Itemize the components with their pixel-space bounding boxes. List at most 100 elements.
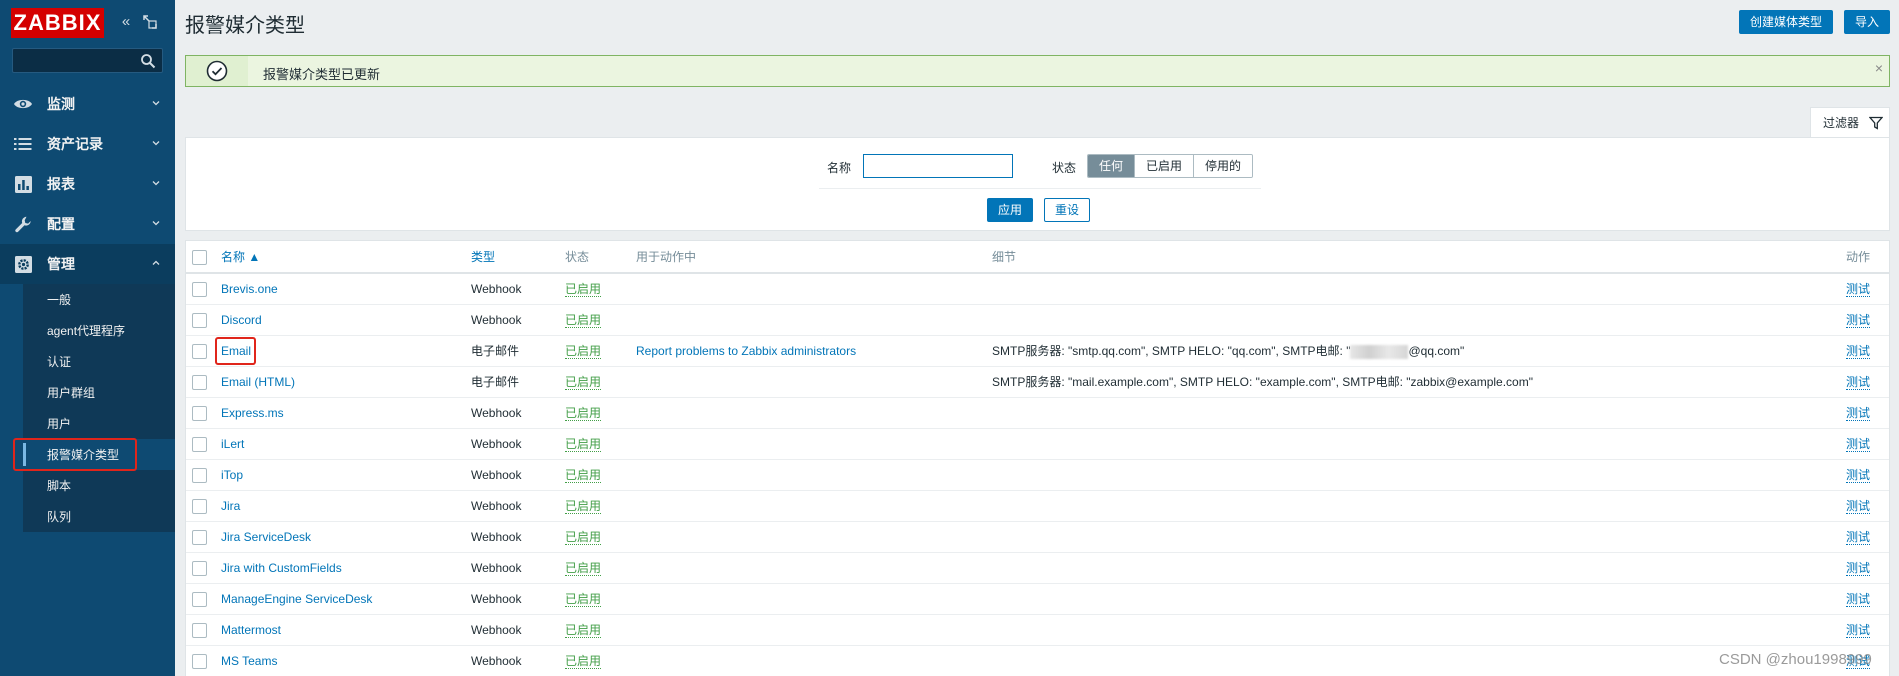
nav-label: 管理 [47, 256, 75, 272]
status-option-any[interactable]: 任何 [1088, 155, 1136, 177]
filter-tab[interactable]: 过滤器 [1810, 107, 1890, 137]
media-type-name-link[interactable]: Discord [221, 313, 262, 327]
filter-name-label: 名称 [827, 161, 852, 175]
row-checkbox[interactable] [192, 282, 207, 297]
status-toggle-link[interactable]: 已启用 [565, 530, 602, 545]
media-type-name-link[interactable]: Jira with CustomFields [221, 561, 342, 575]
nav-configuration[interactable]: 配置 [0, 204, 175, 244]
status-toggle-link[interactable]: 已启用 [565, 375, 602, 390]
status-toggle-link[interactable]: 已启用 [565, 282, 602, 297]
test-link[interactable]: 测试 [1846, 623, 1871, 638]
list-icon [12, 134, 34, 154]
row-checkbox[interactable] [192, 561, 207, 576]
status-toggle-link[interactable]: 已启用 [565, 406, 602, 421]
media-type-type: Webhook [471, 313, 522, 327]
row-checkbox[interactable] [192, 406, 207, 421]
media-type-name-link[interactable]: iLert [221, 437, 244, 451]
row-checkbox[interactable] [192, 499, 207, 514]
submenu-scripts[interactable]: 脚本 [23, 470, 175, 501]
submenu-user-groups[interactable]: 用户群组 [23, 377, 175, 408]
row-checkbox[interactable] [192, 530, 207, 545]
message-text: 报警媒介类型已更新 [263, 67, 381, 82]
test-link[interactable]: 测试 [1846, 499, 1871, 514]
status-toggle-link[interactable]: 已启用 [565, 561, 602, 576]
media-type-type: Webhook [471, 468, 522, 482]
status-toggle-link[interactable]: 已启用 [565, 344, 602, 359]
nav-administration[interactable]: 管理 [0, 244, 175, 284]
reset-button[interactable]: 重设 [1044, 198, 1091, 222]
test-link[interactable]: 测试 [1846, 561, 1871, 576]
test-link[interactable]: 测试 [1846, 592, 1871, 607]
row-checkbox[interactable] [192, 592, 207, 607]
row-checkbox[interactable] [192, 375, 207, 390]
media-type-name-link[interactable]: ManageEngine ServiceDesk [221, 592, 372, 606]
table-row: Jira Webhook 已启用 测试 [186, 491, 1889, 522]
status-toggle-link[interactable]: 已启用 [565, 313, 602, 328]
test-link[interactable]: 测试 [1846, 313, 1871, 328]
collapse-sidebar-icon[interactable]: « [117, 12, 135, 32]
media-type-name-link[interactable]: MS Teams [221, 654, 277, 668]
row-checkbox[interactable] [192, 654, 207, 669]
apply-button[interactable]: 应用 [987, 198, 1034, 222]
table-row: Email 电子邮件 已启用 Report problems to Zabbix ad… [186, 336, 1889, 367]
media-type-name-link[interactable]: Jira ServiceDesk [221, 530, 311, 544]
create-media-type-button[interactable]: 创建媒体类型 [1739, 10, 1834, 34]
media-type-name-link[interactable]: Express.ms [221, 406, 284, 420]
nav-reports[interactable]: 报表 [0, 164, 175, 204]
media-type-name-link[interactable]: Mattermost [221, 623, 281, 637]
watermark: CSDN @zhou1998999 [1719, 651, 1872, 668]
submenu-authentication[interactable]: 认证 [23, 346, 175, 377]
test-link[interactable]: 测试 [1846, 468, 1871, 483]
status-toggle-link[interactable]: 已启用 [565, 468, 602, 483]
media-type-name-link[interactable]: Email (HTML) [221, 375, 295, 389]
status-toggle-link[interactable]: 已启用 [565, 592, 602, 607]
test-link[interactable]: 测试 [1846, 344, 1871, 359]
success-message: 报警媒介类型已更新 × [185, 55, 1890, 87]
nav-monitoring[interactable]: 监测 [0, 84, 175, 124]
close-icon[interactable]: × [1875, 60, 1883, 76]
sort-by-type-link[interactable]: 类型 [471, 250, 495, 264]
submenu-users[interactable]: 用户 [23, 408, 175, 439]
status-toggle-link[interactable]: 已启用 [565, 654, 602, 669]
status-option-disabled[interactable]: 停用的 [1194, 155, 1253, 177]
status-toggle-link[interactable]: 已启用 [565, 499, 602, 514]
media-type-name-link[interactable]: Brevis.one [221, 282, 278, 296]
select-all-checkbox[interactable] [192, 250, 207, 265]
media-type-type: 电子邮件 [471, 344, 520, 358]
status-option-enabled[interactable]: 已启用 [1135, 155, 1195, 177]
table-row: Jira with CustomFields Webhook 已启用 测试 [186, 553, 1889, 584]
row-checkbox[interactable] [192, 344, 207, 359]
nav-inventory[interactable]: 资产记录 [0, 124, 175, 164]
chevron-down-icon [152, 141, 160, 146]
row-checkbox[interactable] [192, 313, 207, 328]
media-type-name-link[interactable]: Jira [221, 499, 240, 513]
used-in-action-link[interactable]: Report problems to Zabbix administrators [636, 344, 856, 358]
status-toggle-link[interactable]: 已启用 [565, 437, 602, 452]
table-row: Discord Webhook 已启用 测试 [186, 305, 1889, 336]
test-link[interactable]: 测试 [1846, 530, 1871, 545]
status-toggle-link[interactable]: 已启用 [565, 623, 602, 638]
media-type-name-link[interactable]: iTop [221, 468, 243, 482]
submenu-queue[interactable]: 队列 [23, 501, 175, 532]
import-button[interactable]: 导入 [1844, 10, 1891, 34]
sidebar-search-input[interactable] [13, 49, 138, 72]
highlight-box [13, 438, 137, 471]
test-link[interactable]: 测试 [1846, 437, 1871, 452]
submenu-proxies[interactable]: agent代理程序 [23, 315, 175, 346]
sort-by-name-link[interactable]: 名称 ▲ [221, 250, 260, 264]
filter-name-input[interactable] [863, 154, 1013, 178]
table-row: iTop Webhook 已启用 测试 [186, 460, 1889, 491]
submenu-general[interactable]: 一般 [23, 284, 175, 315]
row-checkbox[interactable] [192, 468, 207, 483]
nav-label: 资产记录 [47, 136, 103, 152]
zabbix-logo[interactable]: ZABBIX [11, 8, 104, 38]
test-link[interactable]: 测试 [1846, 375, 1871, 390]
test-link[interactable]: 测试 [1846, 282, 1871, 297]
media-type-details: SMTP服务器: "mail.example.com", SMTP HELO: … [992, 367, 1533, 398]
test-link[interactable]: 测试 [1846, 406, 1871, 421]
row-checkbox[interactable] [192, 623, 207, 638]
kiosk-mode-icon[interactable] [141, 12, 159, 32]
row-checkbox[interactable] [192, 437, 207, 452]
search-icon[interactable] [140, 53, 156, 69]
sidebar-search [12, 48, 163, 73]
